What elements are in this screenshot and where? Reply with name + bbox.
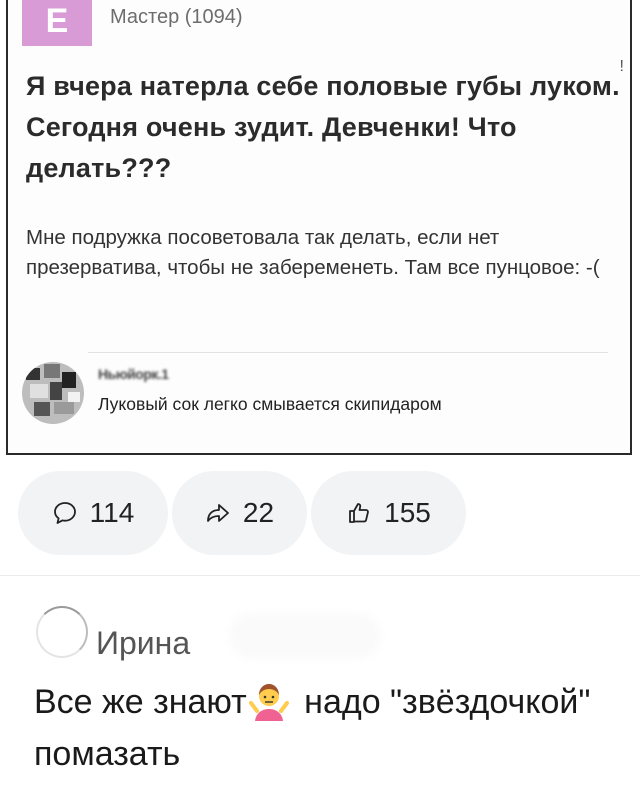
commenter-avatar (22, 362, 84, 424)
author-name: Мастер (1094) (110, 6, 243, 28)
divider (88, 352, 608, 353)
comment-icon (52, 500, 78, 526)
shares-count: 22 (242, 497, 275, 528)
post-title: Я вчера натерла себе половые губы луком.… (26, 71, 620, 183)
likes-count: 155 (384, 497, 431, 528)
reply-text-start: Все же знают (34, 683, 247, 721)
author-avatar: Е (22, 0, 92, 46)
thumbs-up-icon (346, 500, 372, 526)
share-icon (205, 500, 231, 526)
share-button[interactable]: 22 (172, 471, 307, 555)
like-button[interactable]: 155 (311, 471, 466, 555)
avatar[interactable] (36, 606, 88, 658)
person-shrugging-emoji-icon (248, 681, 289, 721)
comment-text: Луковый сок легко смывается скипидаром (98, 394, 442, 414)
commenter-name: Ньюйорк.1 (98, 366, 169, 382)
reply-author-name[interactable]: Ирина (96, 625, 190, 662)
blurred-badge (230, 614, 380, 658)
reply-text: Все же знают надо "звёздочкой" помазать (34, 676, 624, 780)
screenshot-card: Е Мастер (1094) ! Я вчера натерла себе п… (6, 0, 632, 455)
comments-button[interactable]: 114 (18, 471, 168, 555)
comments-count: 114 (89, 497, 135, 528)
post-body: Мне подружка посоветовала так делать, ес… (26, 226, 600, 279)
section-separator (0, 575, 640, 576)
